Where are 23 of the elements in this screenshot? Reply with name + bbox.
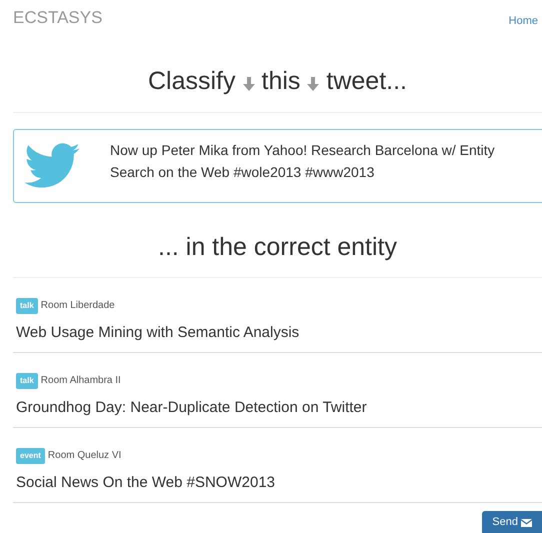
page-heading-word: tweet... [326, 66, 407, 96]
section-heading: ... in the correct entity [158, 232, 397, 263]
entity-option[interactable]: event Room Queluz VI Social News On the Web #SNOW2013 [13, 428, 542, 502]
entity-title: Web Usage Mining with Semantic Analysis [16, 322, 300, 342]
room-label: Room Queluz VI [48, 449, 122, 463]
page-heading-word: this [262, 66, 300, 96]
entity-title: Groundhog Day: Near-Duplicate Detection on Twitter [16, 398, 368, 418]
room-label: Room Liberdade [40, 299, 115, 313]
home-link[interactable]: Home [508, 13, 538, 30]
envelope-icon [521, 518, 532, 526]
entity-option[interactable]: talk Room Liberdade Web Usage Mining with Semantic Analysis [13, 278, 542, 352]
entity-option[interactable]: talk Room Alhambra II Groundhog Day: Near-Duplicate Detection on Twitter [13, 352, 542, 428]
down-arrow-icon [306, 76, 320, 92]
room-label: Room Alhambra II [40, 374, 121, 388]
page-heading-word: Classify [148, 66, 236, 96]
category-label: event [16, 448, 45, 464]
tweet-text: Now up Peter Mika from Yahoo! Research Barcelona w/ Entity Search on the Web #wole2013 #www2013 [110, 141, 496, 182]
bird-icon [24, 143, 80, 189]
send-button[interactable]: Send [482, 510, 542, 533]
entity-title: Social News On the Web #SNOW2013 [16, 472, 276, 492]
category-label: talk [16, 298, 38, 314]
down-arrow-icon [242, 76, 256, 92]
category-label: talk [16, 372, 38, 388]
